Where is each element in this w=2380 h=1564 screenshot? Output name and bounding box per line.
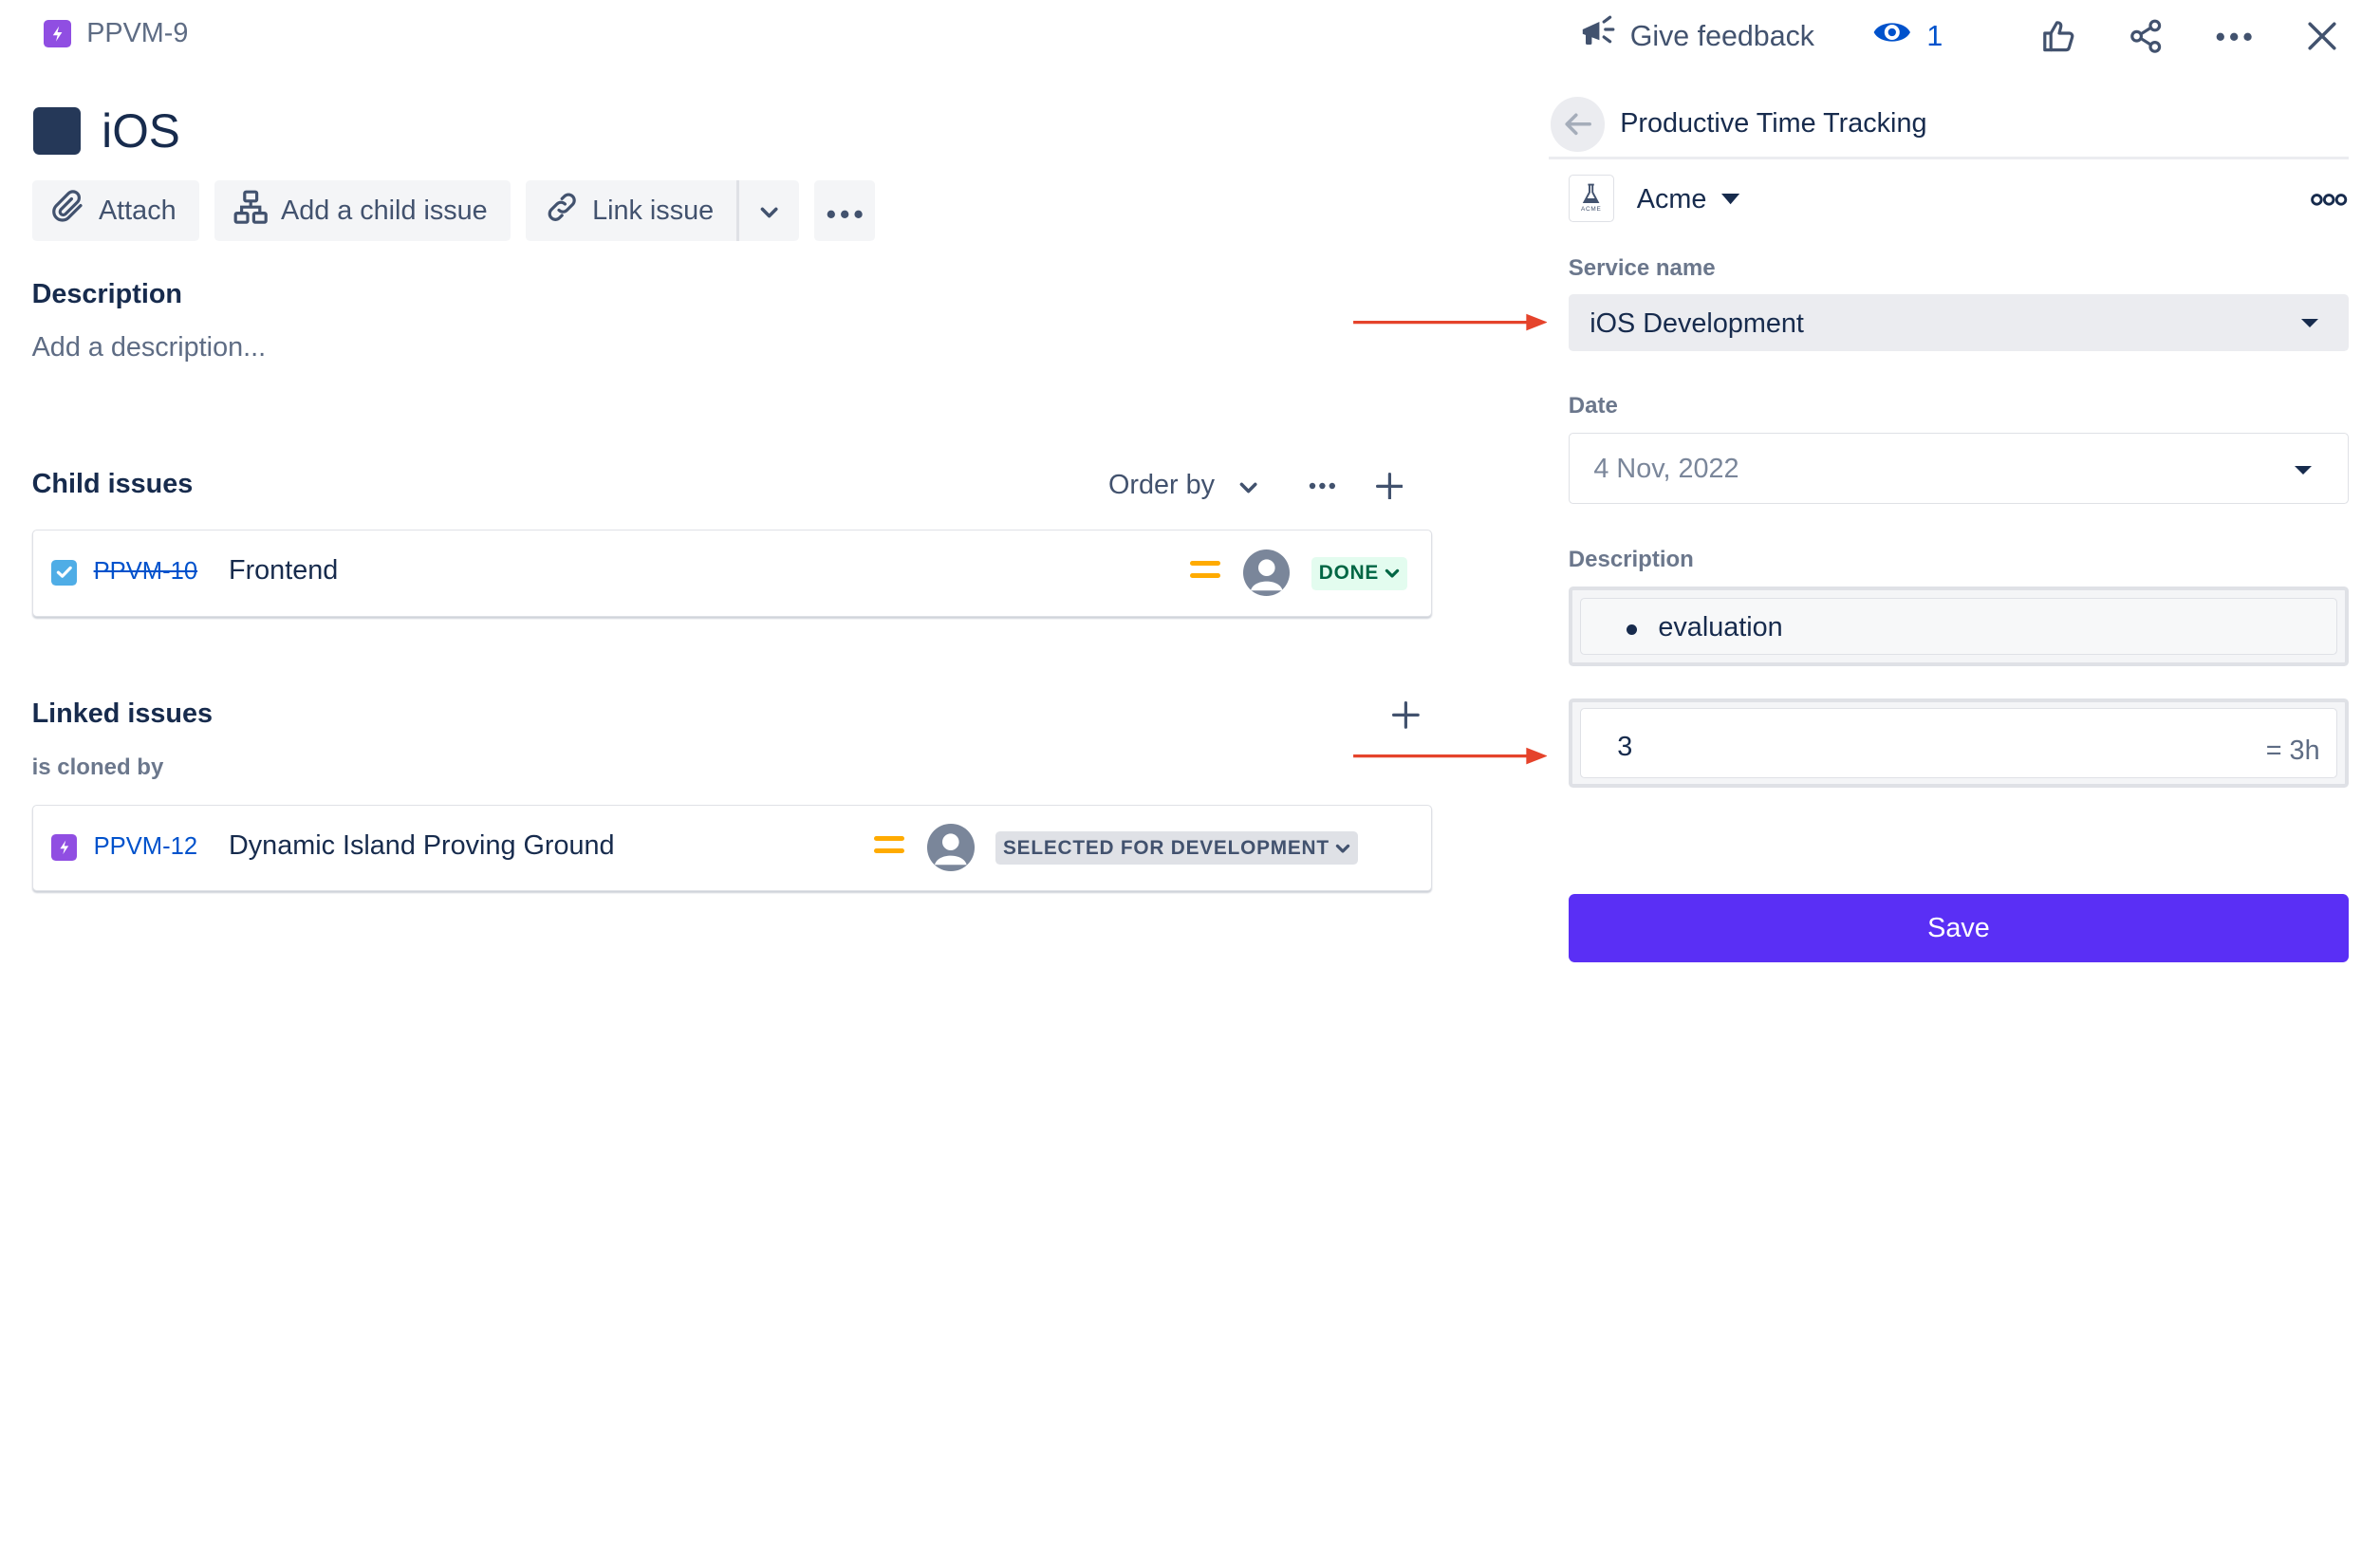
linked-issues-heading: Linked issues (31, 698, 214, 729)
status-badge[interactable]: SELECTED FOR DEVELOPMENT (995, 831, 1359, 866)
linked-issue-row[interactable]: PPVM-12 Dynamic Island Proving Ground SE… (31, 805, 1432, 892)
caret-down-icon (1721, 194, 1740, 205)
paperclip-icon (50, 189, 86, 233)
annotation-arrow (1352, 313, 1548, 330)
megaphone-icon (1578, 14, 1618, 58)
plus-icon[interactable] (1392, 701, 1420, 729)
lightning-icon (50, 834, 77, 861)
chevron-down-icon (1335, 837, 1350, 860)
time-input[interactable]: 3 = 3h (1579, 708, 2338, 778)
linked-issue-summary[interactable]: Dynamic Island Proving Ground (229, 830, 615, 862)
time-input-wrapper: 3 = 3h (1568, 698, 2350, 789)
close-icon[interactable] (2298, 12, 2347, 61)
watchers-count: 1 (1926, 19, 1943, 52)
status-label: DONE (1318, 562, 1380, 585)
more-icon[interactable] (2210, 12, 2259, 61)
chevron-down-icon (1239, 470, 1257, 501)
issue-view: PPVM-9 Give feedback 1 iOS Attach Add a … (0, 0, 2380, 978)
caret-down-icon (2301, 318, 2319, 327)
breadcrumb-issue-key[interactable]: PPVM-9 (86, 18, 188, 49)
organization-row: ACME Acme (1568, 173, 2351, 224)
issue-type-swatch (33, 107, 81, 155)
date-value: 4 Nov, 2022 (1593, 453, 1739, 484)
thumbs-up-icon[interactable] (2034, 12, 2082, 61)
issue-title-row: iOS (33, 103, 180, 158)
organization-selector[interactable]: Acme (1637, 184, 1740, 215)
eye-icon (1872, 17, 1912, 55)
organization-name: Acme (1636, 183, 1707, 214)
toolbar-more-button[interactable] (813, 180, 875, 242)
link-icon (544, 189, 580, 233)
more-icon[interactable] (2311, 185, 2348, 213)
add-child-issue-button[interactable]: Add a child issue (214, 180, 511, 242)
breadcrumb[interactable]: PPVM-9 (44, 18, 188, 49)
share-icon[interactable] (2122, 12, 2170, 61)
attach-label: Attach (98, 195, 177, 226)
description-bullet-text: evaluation (1658, 611, 1783, 642)
description-field-label: Description (1568, 547, 1694, 572)
lightning-icon (44, 20, 72, 48)
top-actions: Give feedback 1 (1578, 12, 2346, 61)
order-by-label: Order by (1108, 470, 1216, 501)
priority-medium-icon (873, 836, 904, 861)
avatar-icon[interactable] (1242, 549, 1291, 597)
link-issue-dropdown-button[interactable] (736, 180, 799, 242)
priority-medium-icon (1189, 561, 1220, 586)
order-by-button[interactable]: Order by (1108, 470, 1257, 501)
issue-title[interactable]: iOS (102, 103, 180, 158)
acme-logo: ACME (1568, 174, 1614, 222)
status-badge[interactable]: DONE (1311, 556, 1408, 590)
time-value: 3 (1617, 732, 1633, 763)
more-icon (827, 196, 863, 227)
description-editor[interactable]: evaluation (1568, 586, 2350, 667)
annotation-arrow (1352, 747, 1548, 765)
avatar-icon[interactable] (926, 824, 975, 871)
date-select[interactable]: 4 Nov, 2022 (1568, 433, 2350, 505)
chevron-down-icon (1385, 562, 1400, 585)
give-feedback-button[interactable]: Give feedback (1578, 14, 1814, 58)
top-bar: PPVM-9 Give feedback 1 (0, 0, 2380, 73)
status-label: SELECTED FOR DEVELOPMENT (1002, 836, 1329, 859)
attach-button[interactable]: Attach (31, 180, 199, 242)
panel-title: Productive Time Tracking (1620, 107, 1927, 139)
bullet-point (1626, 624, 1637, 635)
give-feedback-label: Give feedback (1629, 19, 1814, 52)
issue-toolbar: Attach Add a child issue Link issue (31, 180, 875, 242)
link-issue-button[interactable]: Link issue (525, 180, 737, 242)
hierarchy-icon (232, 189, 269, 233)
description-placeholder[interactable]: Add a description... (32, 332, 267, 363)
service-name-label: Service name (1568, 254, 1716, 281)
link-issue-split-button: Link issue (525, 180, 799, 242)
more-icon[interactable] (1309, 482, 1336, 490)
add-child-issue-label: Add a child issue (280, 195, 488, 226)
description-heading: Description (31, 279, 183, 310)
acme-logo-text: ACME (1580, 206, 1602, 214)
caret-down-icon (2294, 465, 2312, 475)
service-name-select[interactable]: iOS Development (1568, 294, 2350, 351)
child-issues-tools: Order by (1108, 466, 1404, 506)
time-conversion: = 3h (2265, 735, 2320, 766)
service-name-value: iOS Development (1590, 307, 1804, 339)
plus-icon[interactable] (1375, 472, 1404, 500)
description-editor-content[interactable]: evaluation (1579, 597, 2338, 656)
linked-issue-key[interactable]: PPVM-12 (94, 833, 198, 861)
save-button[interactable]: Save (1568, 894, 2350, 963)
arrow-left-icon (1564, 112, 1591, 137)
child-issue-key[interactable]: PPVM-10 (94, 558, 198, 586)
child-issues-heading: Child issues (31, 469, 194, 500)
watchers-button[interactable]: 1 (1872, 17, 1943, 55)
child-issue-row[interactable]: PPVM-10 Frontend DONE (31, 530, 1432, 617)
back-button[interactable] (1550, 97, 1606, 152)
date-label: Date (1568, 393, 1618, 419)
link-relation-label: is cloned by (31, 754, 164, 781)
checkbox-icon (50, 559, 77, 586)
chevron-down-icon (760, 196, 778, 227)
panel-header: Productive Time Tracking (1549, 97, 2350, 159)
link-issue-label: Link issue (592, 195, 715, 226)
child-issue-summary[interactable]: Frontend (229, 555, 338, 586)
